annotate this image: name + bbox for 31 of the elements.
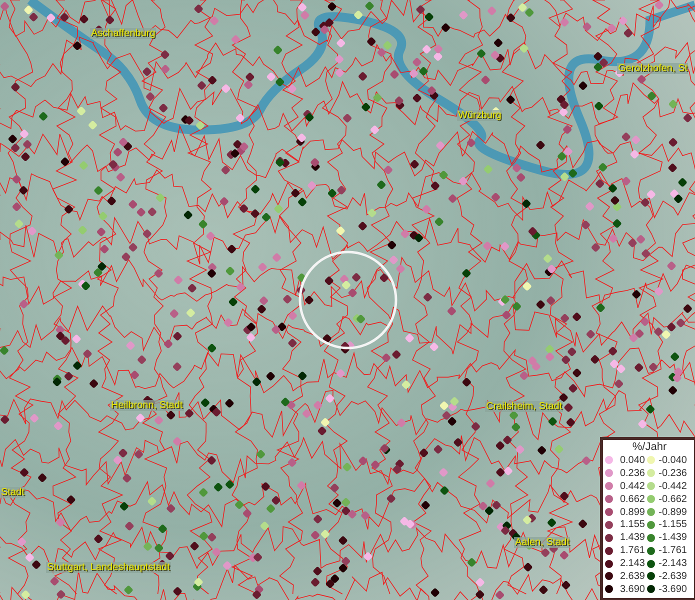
place-label: Heilbronn, Stadt <box>110 400 184 411</box>
legend-value: -0.899 <box>658 506 687 518</box>
legend-value: -3.690 <box>658 584 687 595</box>
legend-value: 3.690 <box>618 584 645 595</box>
legend-value: 0.899 <box>618 506 645 518</box>
legend-value: 0.040 <box>618 454 645 466</box>
legend-value: -1.155 <box>658 519 687 530</box>
legend-title: %/Jahr <box>631 441 668 454</box>
legend-value: -0.662 <box>658 494 687 505</box>
legend-value: 0.236 <box>618 468 645 479</box>
legend-value: 2.143 <box>618 558 645 570</box>
place-label: Gerolzhofen, St <box>617 63 688 74</box>
place-label: Stuttgart, Landeshauptstadt <box>46 562 171 573</box>
place-label: Stadt <box>0 487 26 498</box>
legend-value: -1.761 <box>658 545 687 556</box>
legend-value: 1.439 <box>618 532 645 544</box>
legend-value: -2.143 <box>658 558 687 570</box>
place-label: Aschaffenburg <box>90 28 156 39</box>
legend-value: 1.155 <box>618 519 645 530</box>
place-label: Würzburg <box>457 110 502 121</box>
legend-value: -0.236 <box>658 468 687 479</box>
legend-value: 2.639 <box>618 570 645 582</box>
place-label: Aalen, Stadt <box>514 537 570 548</box>
legend-value: -1.439 <box>658 532 687 544</box>
legend-value: -2.639 <box>658 570 687 582</box>
legend-value: 0.442 <box>618 480 645 492</box>
place-label: Crailsheim, Stadt <box>485 401 564 412</box>
legend-value: 0.662 <box>618 494 645 505</box>
legend-value: -0.040 <box>658 454 687 466</box>
legend-value: 1.761 <box>618 545 645 556</box>
legend-value: -0.442 <box>658 480 687 492</box>
